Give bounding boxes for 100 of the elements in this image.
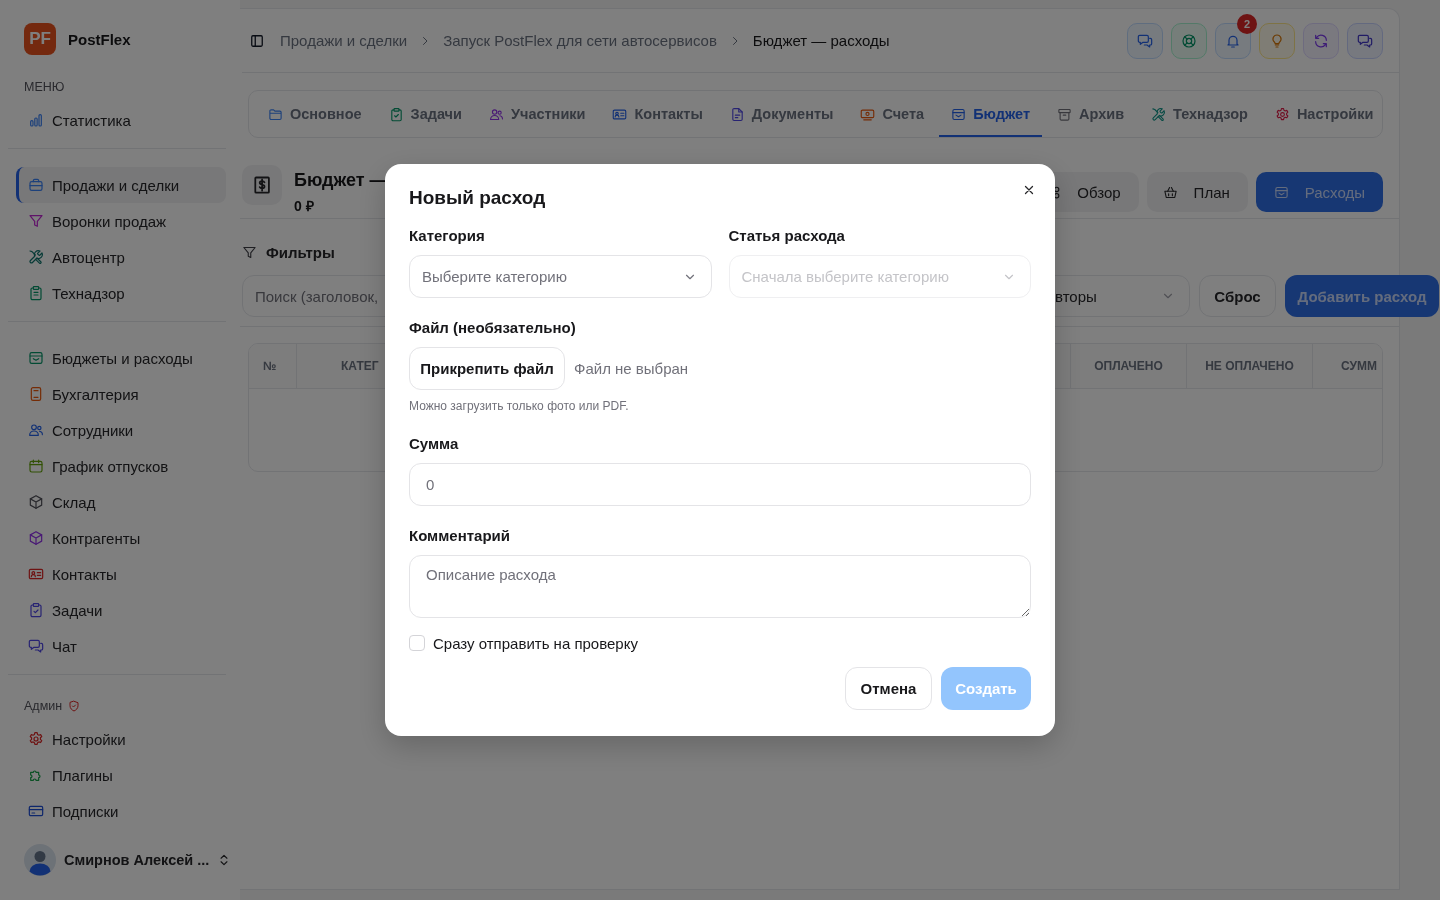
notification-count: 2 xyxy=(1237,13,1257,34)
modal-title: Новый расход xyxy=(409,186,546,210)
notifications-button[interactable] xyxy=(1215,22,1251,59)
category-select[interactable]: Выберите категорию xyxy=(409,255,712,298)
tab[interactable]: Основное xyxy=(256,91,374,137)
folder-icon xyxy=(268,106,283,122)
shield-check-icon xyxy=(68,700,81,712)
sidebar-item[interactable]: График отпусков xyxy=(16,448,226,484)
user-menu-button[interactable]: Смирнов Алексей ... xyxy=(16,840,226,880)
sidebar-item[interactable]: Сотрудники xyxy=(16,412,226,448)
tab[interactable]: Контакты xyxy=(600,91,715,137)
tab[interactable]: Участники xyxy=(476,91,598,137)
cube-icon xyxy=(28,530,44,546)
tools-icon xyxy=(1151,106,1167,122)
gear-icon xyxy=(28,731,44,747)
chat-button[interactable] xyxy=(1127,22,1163,59)
document-icon xyxy=(729,106,745,122)
lifebuoy-icon xyxy=(1181,32,1197,49)
envelope-icon xyxy=(951,106,967,122)
tools-icon xyxy=(28,249,44,265)
column-header: НЕ ОПЛАЧЕНО xyxy=(1186,344,1312,388)
reset-button[interactable]: Сброс xyxy=(1199,275,1276,317)
sidebar-item[interactable]: Контрагенты xyxy=(16,520,226,556)
file-status: Файл не выбран xyxy=(574,360,689,377)
close-icon xyxy=(1023,184,1035,196)
breadcrumb-link[interactable]: Продажи и сделки xyxy=(280,32,408,49)
messages-button[interactable] xyxy=(1347,22,1383,59)
section-title: МЕНЮ xyxy=(24,80,65,94)
basket-icon xyxy=(1162,184,1178,200)
cancel-button[interactable]: Отмена xyxy=(845,667,932,710)
tab[interactable]: Счета xyxy=(848,91,937,137)
clipboard-icon xyxy=(28,285,44,301)
sidebar-item[interactable]: Плагины xyxy=(16,757,226,793)
tab[interactable]: Бюджет xyxy=(939,91,1042,137)
field-label: Файл (необязательно) xyxy=(409,318,576,338)
ideas-button[interactable] xyxy=(1259,22,1295,59)
sidebar-toggle-icon[interactable] xyxy=(250,33,264,48)
sidebar-item[interactable]: Бюджеты и расходы xyxy=(16,340,226,376)
field-label: Категория xyxy=(409,226,485,246)
column-header: СУММ xyxy=(1312,344,1382,388)
sidebar-item[interactable]: Технадзор xyxy=(16,275,226,311)
tab[interactable]: Технадзор xyxy=(1139,91,1260,137)
calendar-icon xyxy=(28,458,44,474)
total-amount: 0 ₽ xyxy=(294,197,314,215)
checkbox-label[interactable]: Сразу отправить на проверку xyxy=(433,634,638,652)
funnel-icon xyxy=(28,213,44,229)
banknote-icon xyxy=(860,106,876,122)
sidebar-item[interactable]: Статистика xyxy=(16,102,226,138)
refresh-button[interactable] xyxy=(1303,22,1339,59)
section-title: Админ xyxy=(24,699,63,713)
column-header: ОПЛАЧЕНО xyxy=(1070,344,1186,388)
users-icon xyxy=(488,106,504,122)
breadcrumb-current: Бюджет — расходы xyxy=(752,32,890,49)
sidebar-item[interactable]: Задачи xyxy=(16,592,226,628)
briefcase-icon xyxy=(28,177,44,193)
sidebar-item[interactable]: Настройки xyxy=(16,721,226,757)
sidebar-item[interactable]: Чат xyxy=(16,628,226,664)
gear-icon xyxy=(1274,106,1290,122)
chat-icon xyxy=(28,638,44,654)
field-label: Комментарий xyxy=(409,526,510,546)
sidebar-item[interactable]: Склад xyxy=(16,484,226,520)
filters-title: Фильтры xyxy=(266,243,335,261)
tab[interactable]: Документы xyxy=(717,91,846,137)
id-card-icon xyxy=(612,106,628,122)
sidebar-item[interactable]: Подписки xyxy=(16,793,226,829)
field-label: Статья расхода xyxy=(728,226,845,246)
chat-icon xyxy=(1357,32,1373,49)
breadcrumb-link[interactable]: Запуск PostFlex для сети автосервисов xyxy=(443,32,717,49)
envelope-icon xyxy=(1273,184,1289,200)
amount-input[interactable]: 0 xyxy=(409,463,1031,506)
tab[interactable]: Архив xyxy=(1045,91,1137,137)
puzzle-icon xyxy=(28,767,44,783)
filter-icon xyxy=(242,244,257,260)
field-label: Сумма xyxy=(409,434,459,454)
users-icon xyxy=(28,422,44,438)
archive-box-icon xyxy=(1057,106,1072,122)
sidebar-item[interactable]: Автоцентр xyxy=(16,239,226,275)
logo: PF xyxy=(24,23,56,55)
avatar-icon xyxy=(24,844,56,876)
id-card-icon xyxy=(28,566,44,582)
tab[interactable]: Задачи xyxy=(376,91,474,137)
lightbulb-icon xyxy=(1269,32,1285,49)
help-button[interactable] xyxy=(1171,22,1207,59)
credit-card-icon xyxy=(28,803,44,819)
clipboard-check-icon xyxy=(28,602,44,618)
hint-text: Можно загрузить только фото или PDF. xyxy=(409,398,629,414)
sidebar-item[interactable]: Контакты xyxy=(16,556,226,592)
clipboard-check-icon xyxy=(388,106,404,122)
comment-textarea[interactable]: Описание расхода xyxy=(409,555,1031,618)
brand-name: PostFlex xyxy=(68,30,131,48)
view-button[interactable]: План xyxy=(1146,172,1248,212)
checkbox[interactable] xyxy=(409,635,425,651)
sidebar-item[interactable]: Бухгалтерия xyxy=(16,376,226,412)
sidebar-item[interactable]: Воронки продаж xyxy=(16,203,226,239)
sidebar-item[interactable]: Продажи и сделки xyxy=(16,167,226,203)
chat-icon xyxy=(1137,32,1153,49)
calculator-icon xyxy=(28,386,44,402)
attach-file-button[interactable]: Прикрепить файл xyxy=(409,347,565,390)
bar-chart-icon xyxy=(28,112,44,128)
tab[interactable]: Настройки xyxy=(1262,91,1382,137)
